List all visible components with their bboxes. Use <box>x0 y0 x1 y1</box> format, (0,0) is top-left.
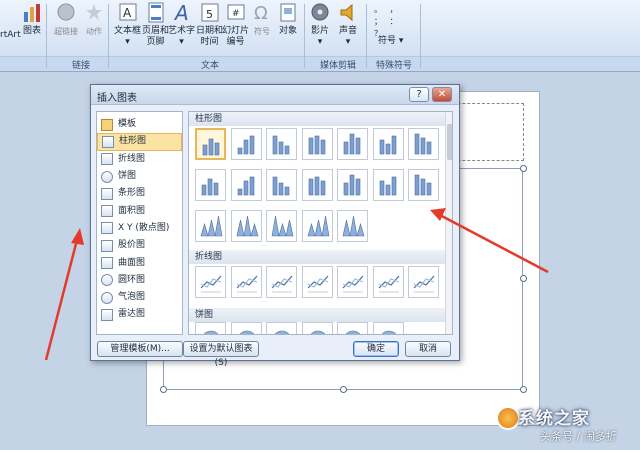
watermark: 系统之家 头条号 / 闹多折 <box>478 400 640 450</box>
annotation-arrows <box>44 208 549 361</box>
watermark-sub-text: 头条号 / 闹多折 <box>540 430 617 443</box>
watermark-main-text: 系统之家 <box>518 409 590 429</box>
arrow-to-category-list <box>44 228 84 361</box>
watermark-logo <box>496 406 520 430</box>
arrow-to-chart-gallery <box>430 208 549 274</box>
